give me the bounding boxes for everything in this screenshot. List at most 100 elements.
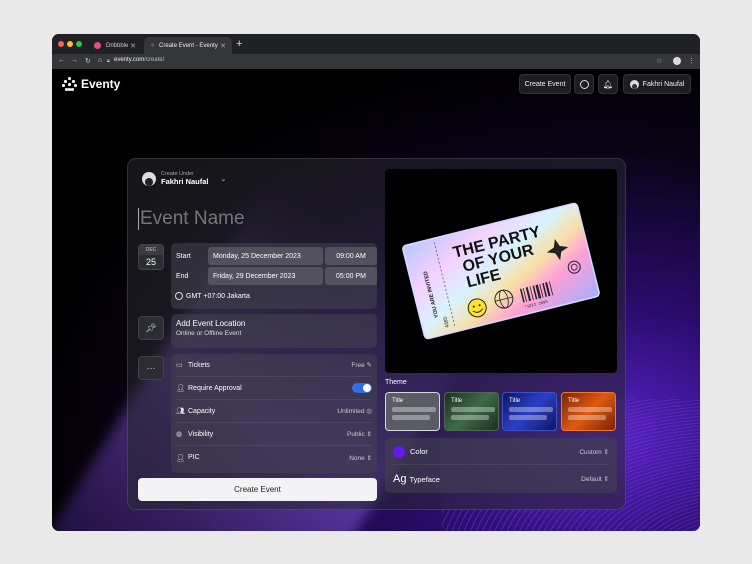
globe-icon [175, 292, 183, 300]
location-subtitle: Online or Offline Event [176, 330, 242, 337]
theme-option-orange[interactable]: Title [561, 392, 616, 431]
event-location-button[interactable]: Add Event Location Online or Offline Eve… [171, 314, 377, 348]
users-icon: 👥︎ [176, 408, 185, 415]
create-event-button[interactable]: Create Event [138, 478, 377, 501]
back-icon[interactable]: ← [58, 57, 65, 64]
theme-title: Title [392, 398, 404, 404]
reload-icon[interactable]: ↻ [85, 57, 91, 65]
user-name: Fakhri Naufal [642, 80, 685, 88]
user-icon: 👤︎ [176, 385, 185, 392]
location-pin-button[interactable]: 📌︎ [138, 316, 164, 340]
eventy-logo-icon [62, 77, 77, 91]
logo-text: Eventy [81, 77, 121, 91]
create-event-card: Create Under Fakhri Naufal ⌄ Event Name … [127, 158, 626, 510]
pic-label: PIC [188, 454, 200, 461]
timezone-selector[interactable]: GMT +07:00 Jakarta [175, 292, 250, 300]
theme-title: Title [568, 398, 580, 404]
typeface-label: Typeface [409, 474, 440, 484]
theme-label: Theme [385, 379, 407, 386]
chevron-updown-icon: ⇕ [603, 476, 609, 483]
theme-option-blue[interactable]: Title [502, 392, 557, 431]
timezone-value: GMT +07:00 Jakarta [186, 292, 250, 300]
url-field[interactable]: eventy.com/create/ [114, 57, 164, 63]
close-tab-icon[interactable]: ✕ [220, 42, 226, 50]
globe-icon [579, 79, 589, 89]
minimize-window-icon[interactable] [67, 41, 73, 47]
new-tab-button[interactable]: + [236, 38, 242, 50]
tab-create-event[interactable]: ⁘ Create Event - Eventy ✕ [144, 37, 232, 54]
color-setting[interactable]: Color Custom ⇕ [393, 439, 609, 465]
pic-option[interactable]: 👤︎ PIC None ⇕ [176, 446, 372, 469]
menu-icon[interactable]: ⋮ [688, 57, 695, 65]
start-time-field[interactable]: 09:00 AM [325, 247, 377, 265]
visibility-label: Visibility [188, 430, 214, 438]
create-under-selector[interactable]: Create Under Fakhri Naufal ⌄ [142, 171, 226, 186]
logo[interactable]: Eventy [62, 77, 120, 91]
date-badge-month: DEC [139, 245, 163, 255]
visibility-value: Public ⇕ [347, 431, 372, 438]
close-tab-icon[interactable]: ✕ [130, 42, 136, 50]
close-window-icon[interactable] [58, 41, 64, 47]
star-icon[interactable]: ☆ [656, 57, 662, 65]
edit-icon: ✎ [366, 362, 372, 369]
visibility-option[interactable]: ◍ Visibility Public ⇕ [176, 423, 372, 446]
tickets-label: Tickets [188, 361, 210, 369]
chevron-updown-icon: ⇕ [366, 431, 372, 438]
event-name-input[interactable]: Event Name [138, 208, 245, 230]
color-value: Custom ⇕ [579, 448, 609, 456]
tab-dribbble[interactable]: Dribbble ✕ [88, 37, 142, 54]
require-approval-option: 👤︎ Require Approval [176, 377, 372, 400]
date-time-panel: Start Monday, 25 December 2023 09:00 AM … [171, 243, 377, 309]
date-badge: DEC 25 [138, 244, 164, 270]
more-options-button[interactable]: ··· [138, 356, 164, 380]
browser-window: Dribbble ✕ ⁘ Create Event - Eventy ✕ + ←… [52, 34, 700, 531]
profile-icon[interactable] [673, 57, 681, 65]
bell-icon: 🔔︎ [602, 79, 614, 89]
capacity-option[interactable]: 👥︎ Capacity Unlimited ◎ [176, 400, 372, 423]
notifications-button[interactable]: 🔔︎ [598, 74, 618, 94]
tab-title: Create Event - Eventy [159, 42, 218, 49]
end-label: End [176, 272, 189, 280]
globe-icon: ◍ [176, 431, 183, 438]
location-title: Add Event Location [176, 319, 246, 328]
require-approval-toggle[interactable] [352, 383, 372, 393]
end-date-field[interactable]: Friday, 29 December 2023 [208, 267, 323, 285]
start-date-field[interactable]: Monday, 25 December 2023 [208, 247, 323, 265]
maximize-window-icon[interactable] [76, 41, 82, 47]
start-label: Start [176, 252, 191, 260]
end-time-field[interactable]: 05:00 PM [325, 267, 377, 285]
event-options-panel: ▭ Tickets Free ✎ 👤︎ Require Approval 👥︎ … [171, 354, 377, 473]
dribbble-icon [94, 42, 101, 49]
tickets-option[interactable]: ▭ Tickets Free ✎ [176, 354, 372, 377]
language-button[interactable] [574, 74, 594, 94]
date-badge-day: 25 [145, 257, 156, 267]
page: Eventy Create Event 🔔︎ Fakhri Naufal Cre… [52, 69, 700, 531]
avatar [629, 79, 639, 89]
color-label: Color [410, 447, 428, 456]
chevron-down-icon: ⌄ [220, 175, 227, 183]
pic-value: None ⇕ [349, 454, 372, 462]
pin-icon: 📌︎ [145, 322, 157, 333]
lock-icon: 🔒︎ [107, 58, 110, 64]
address-bar: ← → ↻ ⌂ 🔒︎ eventy.com/create/ ☆ ⋮ [52, 54, 700, 69]
person-icon: 👤︎ [176, 454, 185, 462]
event-poster[interactable]: YOU ARE INVITED 4385 THE PARTY OF YOUR L… [385, 169, 617, 373]
theme-title: Title [509, 398, 521, 404]
theme-option-green[interactable]: Title [444, 392, 499, 431]
ticket-icon: ▭ [176, 362, 183, 369]
create-event-nav-button[interactable]: Create Event [519, 74, 571, 94]
more-icon: ··· [146, 363, 156, 373]
style-settings-panel: Color Custom ⇕ Ag Typeface Default ⇕ [385, 438, 617, 493]
home-icon[interactable]: ⌂ [98, 57, 102, 64]
theme-option-gray[interactable]: Title [385, 392, 440, 431]
tickets-value: Free ✎ [351, 362, 372, 369]
typeface-setting[interactable]: Ag Typeface Default ⇕ [393, 466, 609, 492]
avatar [142, 171, 156, 186]
typeface-icon: Ag [393, 473, 407, 485]
approval-label: Require Approval [188, 384, 242, 392]
start-row: Start Monday, 25 December 2023 09:00 AM [176, 247, 377, 265]
user-menu-button[interactable]: Fakhri Naufal [623, 74, 691, 94]
chevron-updown-icon: ⇕ [366, 454, 372, 462]
forward-icon[interactable]: → [71, 57, 78, 64]
color-swatch [393, 445, 405, 458]
